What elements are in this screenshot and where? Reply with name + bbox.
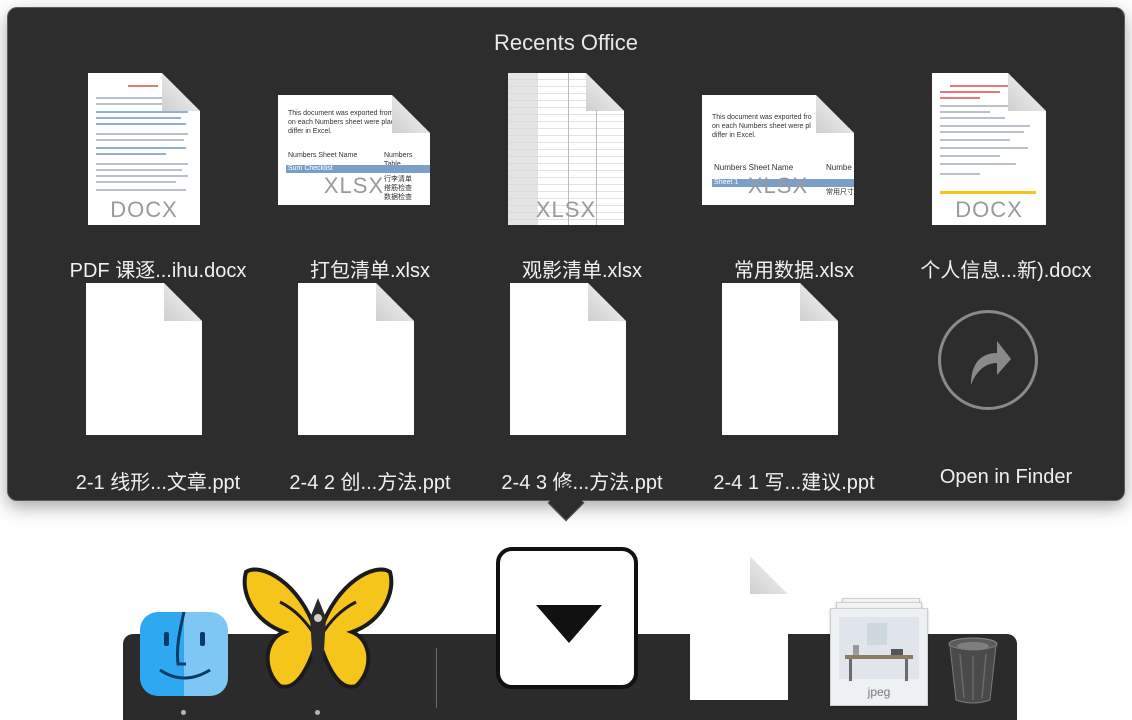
stack-item-ppt-4[interactable]: 2-4 1 写...建议.ppt bbox=[688, 240, 900, 494]
xlsx-document-icon: This document was exported from Num on e… bbox=[278, 95, 430, 205]
docx-document-icon: DOCX bbox=[88, 73, 200, 225]
stack-item-docx-2[interactable]: DOCX 个人信息...新).docx bbox=[900, 28, 1112, 282]
blank-document-icon bbox=[510, 283, 626, 435]
documents-stack-icon[interactable] bbox=[690, 548, 792, 700]
open-in-finder-button[interactable]: Open in Finder bbox=[900, 240, 1112, 488]
doc-kind-label: XLSX bbox=[535, 197, 597, 222]
down-triangle-icon bbox=[536, 605, 602, 643]
stack-item-label: 2-4 3 修...方法.ppt bbox=[501, 472, 663, 494]
blank-document-icon bbox=[722, 283, 838, 435]
stack-expanded-triangle-icon[interactable] bbox=[496, 547, 638, 689]
xlsx-document-icon: XLSX bbox=[508, 73, 624, 225]
butterfly-pen-icon[interactable] bbox=[240, 562, 396, 700]
stack-item-ppt-3[interactable]: 2-4 3 修...方法.ppt bbox=[476, 240, 688, 494]
stack-popover: Recents Office DOCX PDF 课逐...ihu.docx Th… bbox=[7, 7, 1125, 501]
docx-document-icon: DOCX bbox=[932, 73, 1046, 225]
stack-item-label: 2-4 2 创...方法.ppt bbox=[289, 472, 451, 494]
blank-document-icon bbox=[298, 283, 414, 435]
running-indicator bbox=[181, 710, 186, 715]
dock-separator bbox=[436, 648, 437, 708]
stack-item-ppt-1[interactable]: 2-1 线形...文章.ppt bbox=[52, 240, 264, 494]
finder-icon[interactable] bbox=[140, 612, 228, 696]
photo-type-label: jpeg bbox=[867, 685, 891, 699]
screen: Recents Office DOCX PDF 课逐...ihu.docx Th… bbox=[0, 0, 1132, 720]
open-in-finder-label: Open in Finder bbox=[939, 466, 1073, 488]
curved-arrow-icon bbox=[938, 310, 1038, 410]
blank-document-icon bbox=[86, 283, 202, 435]
stack-item-xlsx-1[interactable]: This document was exported from Num on e… bbox=[264, 28, 476, 282]
doc-kind-label: DOCX bbox=[110, 197, 178, 222]
stack-item-ppt-2[interactable]: 2-4 2 创...方法.ppt bbox=[264, 240, 476, 494]
doc-kind-label: XLSX bbox=[747, 173, 809, 198]
stack-item-label: 2-1 线形...文章.ppt bbox=[75, 472, 241, 494]
running-indicator bbox=[315, 710, 320, 715]
stack-item-docx-1[interactable]: DOCX PDF 课逐...ihu.docx bbox=[52, 28, 264, 282]
photos-stack-icon[interactable]: jpeg bbox=[830, 598, 928, 706]
trash-icon[interactable] bbox=[946, 636, 1000, 706]
doc-kind-label: DOCX bbox=[955, 197, 1023, 222]
xlsx-document-icon: This document was exported fro on each N… bbox=[702, 95, 854, 205]
stack-item-xlsx-3[interactable]: This document was exported fro on each N… bbox=[688, 28, 900, 282]
stack-item-label: 2-4 1 写...建议.ppt bbox=[713, 472, 875, 494]
doc-kind-label: XLSX bbox=[323, 173, 385, 198]
stack-item-xlsx-2[interactable]: XLSX 观影清单.xlsx bbox=[476, 28, 688, 282]
